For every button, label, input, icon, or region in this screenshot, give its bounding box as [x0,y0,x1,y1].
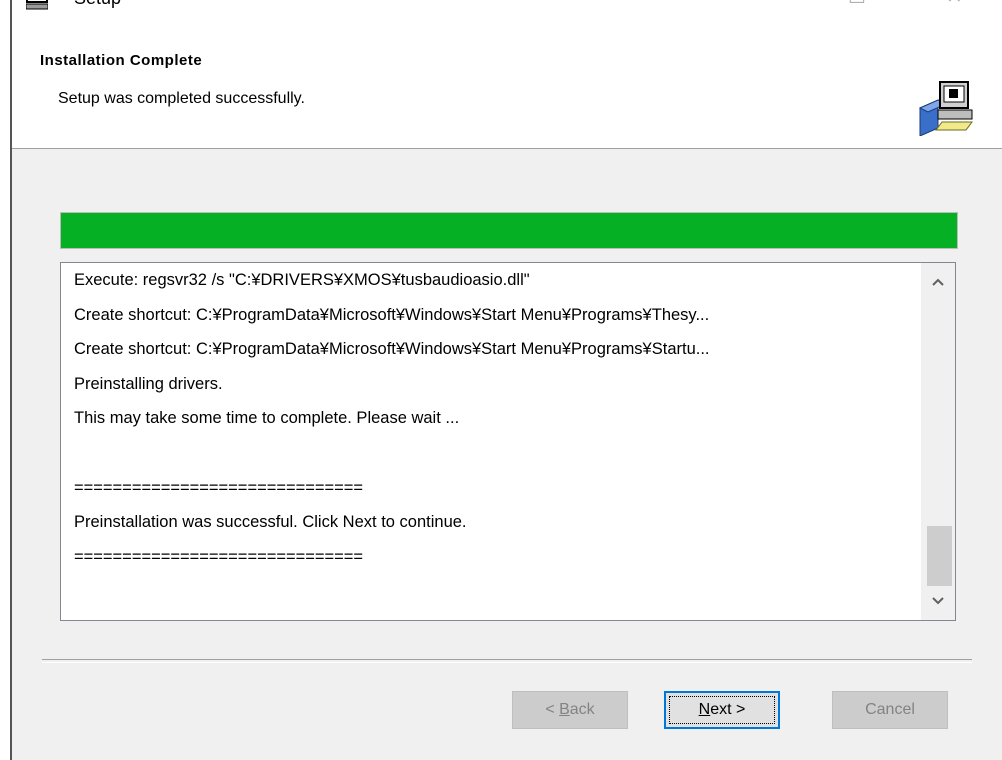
footer-separator [42,659,972,663]
log-line: ============================== [74,478,364,497]
log-lines: Execute: regsvr32 /s "C:¥DRIVERS¥XMOS¥tu… [74,263,915,574]
maximize-button[interactable]: ☐ [848,0,866,9]
chevron-down-icon[interactable] [921,592,955,610]
page-subtitle: Setup was completed successfully. [58,90,305,107]
maximize-icon: ☐ [848,0,866,8]
log-line: Preinstallation was successful. Click Ne… [74,513,467,532]
close-icon: ✕ [946,0,963,8]
progress-fill [61,213,957,248]
log-line: Preinstalling drivers. [74,374,223,393]
close-button[interactable]: ✕ [946,0,963,9]
background-strip [0,0,10,760]
log-scrollbar[interactable] [921,263,955,620]
chevron-up-icon[interactable] [921,273,955,291]
wizard-header: Installation Complete Setup was complete… [12,30,1002,148]
installer-computer-icon [916,78,974,137]
setup-computer-icon [25,0,49,10]
cancel-button[interactable]: Cancel [832,691,948,729]
back-button[interactable]: < Back [512,691,628,729]
log-line: Execute: regsvr32 /s "C:¥DRIVERS¥XMOS¥tu… [74,271,530,289]
wizard-body: Execute: regsvr32 /s "C:¥DRIVERS¥XMOS¥tu… [12,149,1002,760]
focus-ring [669,696,775,724]
progress-bar [60,212,958,249]
install-log[interactable]: Execute: regsvr32 /s "C:¥DRIVERS¥XMOS¥tu… [60,262,956,621]
log-line: This may take some time to complete. Ple… [74,409,460,428]
page-title: Installation Complete [40,52,203,69]
log-line: Create shortcut: C:¥ProgramData¥Microsof… [74,340,710,359]
next-button[interactable]: Next > [664,691,780,729]
scroll-thumb[interactable] [927,526,952,586]
log-line: Create shortcut: C:¥ProgramData¥Microsof… [74,305,710,324]
log-line: ============================== [74,547,364,566]
window-title: Setup [74,0,121,9]
title-bar: Setup ☐ ✕ [12,0,1002,30]
